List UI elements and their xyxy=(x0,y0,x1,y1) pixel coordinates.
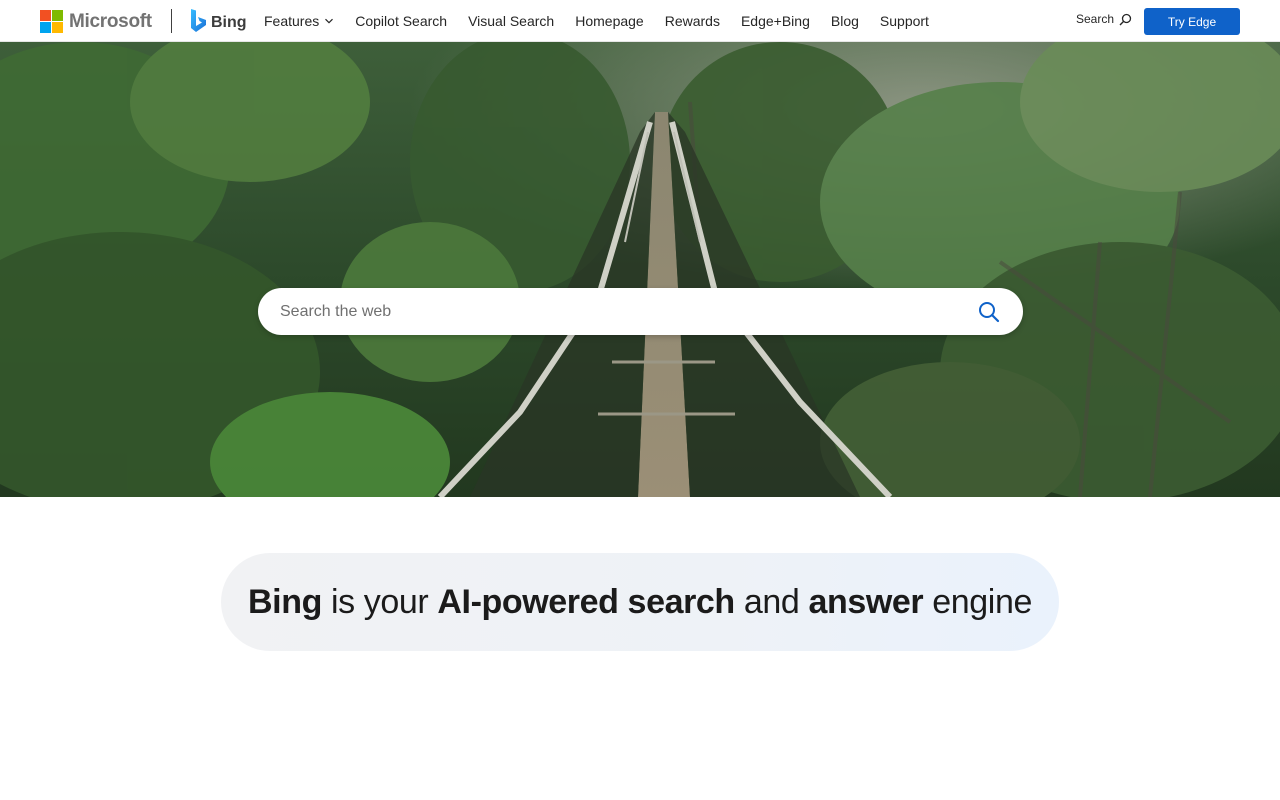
bing-logo-link[interactable]: Bing xyxy=(190,8,247,34)
tagline-bing: Bing xyxy=(248,582,322,621)
microsoft-logo-icon xyxy=(40,10,63,33)
header-search-label: Search xyxy=(1076,12,1115,26)
brand-divider xyxy=(171,9,172,33)
nav-visual-search[interactable]: Visual Search xyxy=(468,13,554,29)
tagline-ai-powered-search: AI-powered search xyxy=(437,582,735,621)
microsoft-logo-link[interactable]: Microsoft xyxy=(40,10,152,33)
nav-support[interactable]: Support xyxy=(880,13,929,29)
web-search-input[interactable] xyxy=(280,302,960,321)
nav-rewards[interactable]: Rewards xyxy=(665,13,720,29)
tagline-answer: answer xyxy=(808,582,924,621)
tagline-banner: Bing is your AI-powered search and answe… xyxy=(221,553,1059,651)
microsoft-wordmark: Microsoft xyxy=(69,10,152,32)
chevron-down-icon xyxy=(325,18,334,24)
hero-background-image xyxy=(0,42,1280,497)
primary-nav: Features Copilot Search Visual Search Ho… xyxy=(264,0,929,42)
tagline-text-3: engine xyxy=(923,582,1032,621)
bing-wordmark: Bing xyxy=(211,14,247,31)
try-edge-button[interactable]: Try Edge xyxy=(1144,8,1240,35)
hero-banner xyxy=(0,42,1280,497)
nav-blog[interactable]: Blog xyxy=(831,13,859,29)
tagline-text-2: and xyxy=(734,582,809,621)
nav-edge-bing[interactable]: Edge+Bing xyxy=(741,13,810,29)
search-icon[interactable] xyxy=(977,300,1001,324)
top-navigation-bar: Microsoft Bing Features Copilot Search V… xyxy=(0,0,1280,42)
tagline-text-1: is your xyxy=(321,582,438,621)
nav-copilot-search[interactable]: Copilot Search xyxy=(355,13,447,29)
search-icon xyxy=(1119,13,1132,25)
nav-features[interactable]: Features xyxy=(264,13,334,29)
bing-logo-icon xyxy=(191,9,206,32)
nav-homepage[interactable]: Homepage xyxy=(575,13,644,29)
nav-features-label: Features xyxy=(264,13,320,29)
header-search-link[interactable]: Search xyxy=(1076,12,1132,26)
hero-search-box xyxy=(258,288,1023,335)
